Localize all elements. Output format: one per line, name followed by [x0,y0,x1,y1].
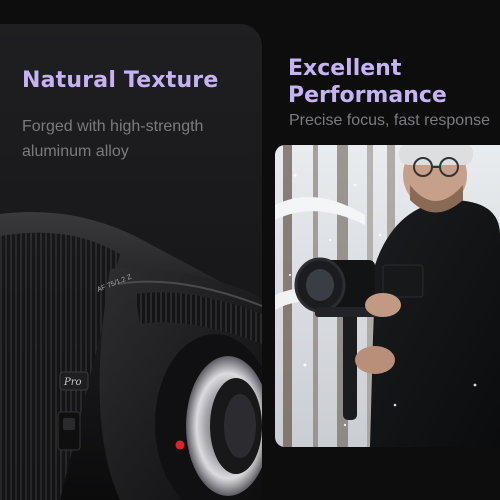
feature-title-performance: Excellent Performance [288,56,447,108]
feature-subtitle-performance: Precise focus, fast response [289,112,490,129]
feature-subtitle: Forged with high-strength aluminum alloy [22,118,204,160]
lens-badge: Pro [63,377,82,388]
feature-title: Natural Texture [22,68,219,93]
camera-lens-icon: AF 75/1.2 Z Pro [0,212,262,500]
photographer-with-gimbal-image [275,145,500,447]
feature-card-texture: Natural Texture Forged with high-strengt… [0,24,262,500]
